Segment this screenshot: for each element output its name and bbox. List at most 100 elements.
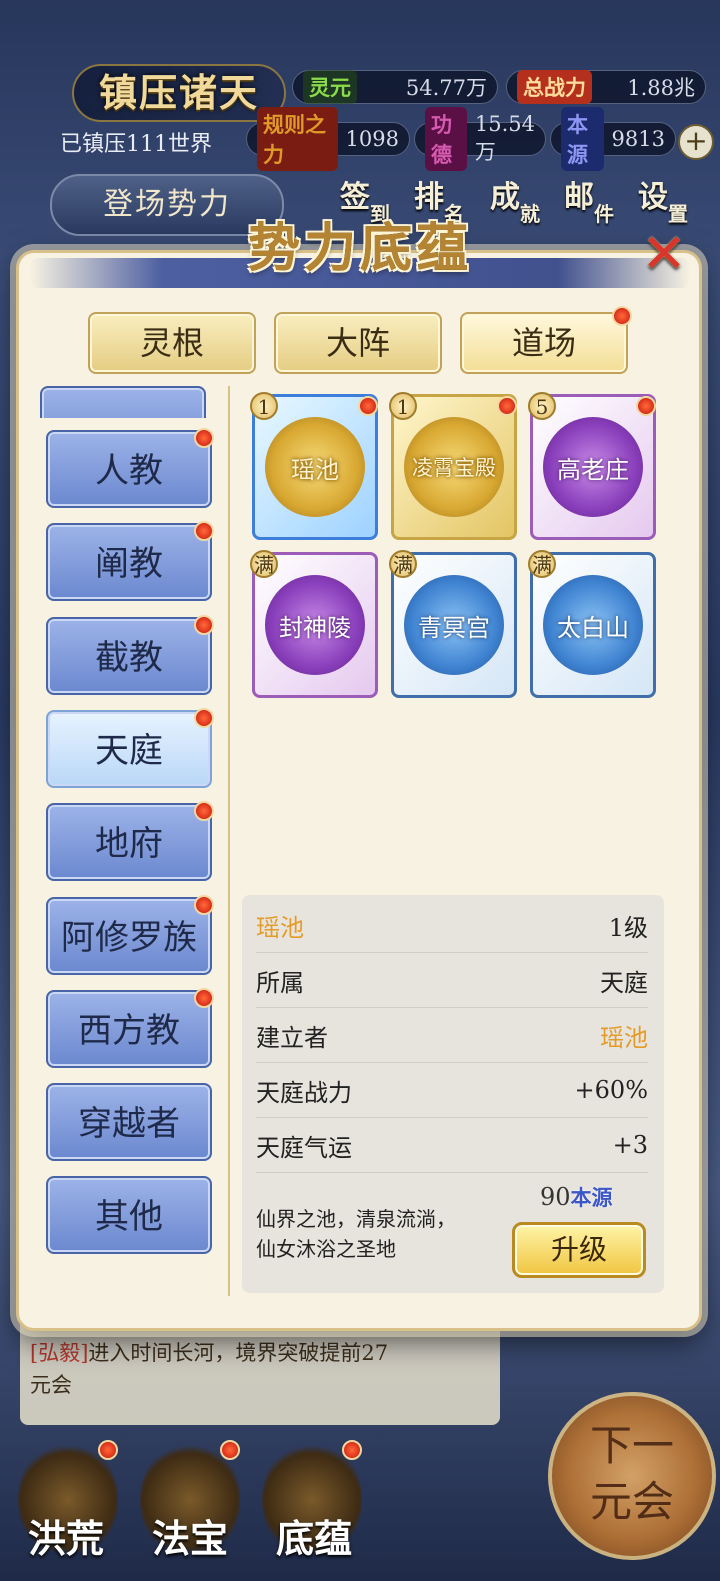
nav-label: 设: [638, 180, 668, 215]
notification-dot: [194, 708, 214, 728]
tab-linggen[interactable]: 灵根: [88, 312, 256, 374]
description-line: 仙界之池，清泉流淌，: [256, 1207, 456, 1231]
stat-merit: 功德 15.54万: [414, 107, 546, 171]
nav-sublabel: 就: [520, 202, 540, 226]
notification-dot: [194, 521, 214, 541]
level-badge: 满: [389, 550, 417, 578]
log-text: 进入时间长河，境界突破提前27: [88, 1341, 389, 1365]
notification-dot: [98, 1440, 118, 1460]
settings-button[interactable]: 设置: [638, 172, 688, 226]
card-name: 封神陵: [279, 613, 351, 642]
notification-dot: [194, 615, 214, 635]
panel-divider: [228, 386, 230, 1296]
detail-row: 建立者 瑶池: [256, 1008, 648, 1063]
notification-dot: [342, 1440, 362, 1460]
detail-name: 瑶池: [256, 913, 304, 942]
stat-rule-power: 规则之力 1098: [246, 107, 410, 171]
card-name: 太白山: [557, 613, 629, 642]
notification-dot: [497, 396, 517, 416]
card-name: 青冥宫: [418, 613, 490, 642]
category-xifangjiao[interactable]: 西方教: [46, 990, 212, 1068]
notification-dot: [194, 428, 214, 448]
card-name: 凌霄宝殿: [412, 456, 496, 480]
notification-dot: [194, 988, 214, 1008]
level-badge: 满: [528, 550, 556, 578]
category-renjiao[interactable]: 人教: [46, 430, 212, 508]
seal-icon: 封神陵: [265, 575, 365, 675]
detail-label: 建立者: [256, 1023, 328, 1052]
nav-label: 邮: [564, 180, 594, 215]
detail-level: 1级: [608, 913, 648, 942]
level-badge: 满: [250, 550, 278, 578]
detail-row: 天庭战力 +60%: [256, 1063, 648, 1118]
event-log: 前26元会 [弘毅]进入时间长河，境界突破提前27 元会: [20, 1315, 500, 1425]
achievement-button[interactable]: 成就: [490, 172, 540, 226]
notification-dot: [220, 1440, 240, 1460]
log-line: [弘毅]进入时间长河，境界突破提前27: [30, 1337, 490, 1369]
category-chanjiao[interactable]: 阐教: [46, 523, 212, 601]
category-item-partial[interactable]: [40, 386, 206, 418]
upgrade-cost: 90本源: [540, 1182, 613, 1212]
stat-value: 54.77万: [405, 76, 487, 100]
card-name: 瑶池: [291, 455, 339, 484]
level-badge: 1: [250, 392, 278, 420]
category-scroll-top: [40, 386, 224, 418]
seal-icon: 高老庄: [543, 417, 643, 517]
seal-icon: 青冥宫: [404, 575, 504, 675]
next-era-line2: 元会: [589, 1477, 674, 1526]
stat-label: 灵元: [303, 70, 357, 104]
modal-title: 势力底蕴: [247, 218, 472, 279]
notification-dot: [194, 895, 214, 915]
upgrade-button[interactable]: 升级: [512, 1222, 646, 1278]
stat-label: 总战力: [517, 70, 592, 104]
stat-value: 1098: [345, 127, 399, 151]
nav-label: 成: [490, 180, 520, 215]
detail-label: 天庭战力: [256, 1078, 352, 1107]
category-jiejiao[interactable]: 截教: [46, 617, 212, 695]
stat-value: 1.88兆: [627, 76, 695, 100]
category-difu[interactable]: 地府: [46, 803, 212, 881]
detail-label: 天庭气运: [256, 1133, 352, 1162]
suppressed-worlds-count: 已镇压111世界: [60, 132, 212, 157]
detail-value: 天庭: [600, 968, 648, 997]
log-line: 元会: [30, 1373, 72, 1397]
seal-icon: 太白山: [543, 575, 643, 675]
nav-sublabel: 件: [594, 202, 614, 226]
description-line: 仙女沐浴之圣地: [256, 1237, 396, 1261]
level-badge: 5: [528, 392, 556, 420]
category-qita[interactable]: 其他: [46, 1176, 212, 1254]
category-chuanyuezhe[interactable]: 穿越者: [46, 1083, 212, 1161]
stat-origin: 本源 9813: [550, 107, 676, 171]
level-badge: 1: [389, 392, 417, 420]
tab-honghuang[interactable]: 洪荒: [28, 1508, 104, 1563]
card-name: 高老庄: [557, 455, 629, 484]
stat-label: 功德: [425, 107, 467, 171]
detail-value: +60%: [574, 1076, 648, 1104]
mail-button[interactable]: 邮件: [564, 172, 614, 226]
detail-value: 瑶池: [600, 1023, 648, 1052]
cost-amount: 90: [540, 1183, 571, 1211]
stat-value: 15.54万: [474, 112, 535, 164]
detail-row: 所属 天庭: [256, 953, 648, 1008]
next-era-button[interactable]: 下一 元会: [548, 1392, 716, 1560]
notification-dot: [194, 801, 214, 821]
log-name: [弘毅]: [30, 1341, 89, 1365]
seal-icon: 凌霄宝殿: [404, 417, 504, 517]
tab-daochang[interactable]: 道场: [460, 312, 628, 374]
tab-diyun[interactable]: 底蕴: [276, 1508, 352, 1563]
stat-label: 规则之力: [257, 107, 338, 171]
cost-currency: 本源: [570, 1185, 613, 1210]
category-asura[interactable]: 阿修罗族: [46, 897, 212, 975]
detail-description: 仙界之池，清泉流淌， 仙女沐浴之圣地: [256, 1204, 506, 1264]
notification-dot: [636, 396, 656, 416]
stat-value: 9813: [611, 127, 665, 151]
tab-fabao[interactable]: 法宝: [152, 1508, 228, 1563]
detail-row: 天庭气运 +3: [256, 1118, 648, 1173]
tab-dazhen[interactable]: 大阵: [274, 312, 442, 374]
category-tianting[interactable]: 天庭: [46, 710, 212, 788]
seal-icon: 瑶池: [265, 417, 365, 517]
notification-dot: [358, 396, 378, 416]
next-era-line1: 下一: [589, 1421, 674, 1470]
add-resource-button[interactable]: +: [678, 124, 714, 160]
close-icon[interactable]: ✕: [636, 226, 692, 282]
